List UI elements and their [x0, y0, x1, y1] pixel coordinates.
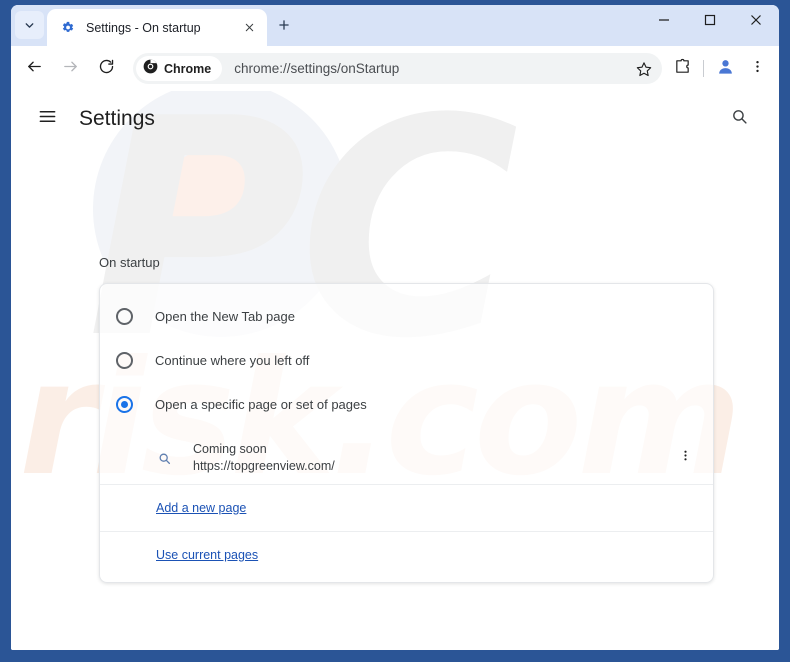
hamburger-menu-button[interactable]: [29, 101, 65, 137]
startup-page-row: Coming soon https://topgreenview.com/: [100, 432, 713, 485]
settings-page: PC risk.com Settings: [11, 91, 779, 650]
reload-button[interactable]: [89, 52, 123, 86]
startup-page-texts: Coming soon https://topgreenview.com/: [193, 441, 671, 475]
startup-page-menu-button[interactable]: [671, 444, 699, 472]
settings-header: Settings: [11, 91, 779, 147]
arrow-left-icon: [26, 58, 43, 80]
radio-option-new-tab-page[interactable]: Open the New Tab page: [100, 294, 713, 338]
use-current-pages-link[interactable]: Use current pages: [156, 548, 258, 562]
three-dots-vertical-icon: [750, 59, 765, 79]
plus-icon: [277, 18, 291, 37]
window-minimize-button[interactable]: [641, 5, 687, 38]
close-icon[interactable]: [239, 18, 259, 38]
radio-option-continue-where-left-off[interactable]: Continue where you left off: [100, 338, 713, 382]
window-maximize-button[interactable]: [687, 5, 733, 38]
minimize-icon: [658, 13, 670, 31]
chrome-logo-icon: [143, 59, 158, 79]
browser-toolbar: Chrome chrome://settings/onStartup: [11, 46, 779, 91]
radio-option-specific-pages[interactable]: Open a specific page or set of pages: [100, 382, 713, 426]
radio-indicator[interactable]: [116, 307, 133, 325]
tab-title: Settings - On startup: [86, 20, 201, 35]
startup-page-url: https://topgreenview.com/: [193, 459, 335, 473]
star-icon[interactable]: [630, 55, 658, 83]
browser-window: Settings - On startup Chrome chrome://se…: [0, 0, 790, 662]
puzzle-piece-icon: [674, 58, 691, 80]
tab-strip: Settings - On startup: [11, 5, 779, 46]
browser-tab-active[interactable]: Settings - On startup: [47, 9, 267, 46]
page-title: Settings: [79, 107, 155, 130]
radio-option-label: Open the New Tab page: [155, 308, 295, 324]
search-favicon-icon: [156, 450, 172, 466]
browser-menu-button[interactable]: [741, 53, 773, 85]
new-tab-button[interactable]: [271, 14, 297, 40]
arrow-right-icon: [62, 58, 79, 80]
three-dots-vertical-icon: [679, 449, 692, 467]
window-controls: [641, 5, 779, 46]
startup-pages-list: Coming soon https://topgreenview.com/: [100, 432, 713, 485]
hamburger-menu-icon: [38, 107, 57, 131]
reload-icon: [98, 58, 115, 80]
gear-icon: [59, 19, 76, 36]
on-startup-card: Open the New Tab page Continue where you…: [99, 283, 714, 583]
use-current-pages-row: Use current pages: [100, 532, 713, 582]
close-icon: [750, 13, 762, 31]
add-new-page-link[interactable]: Add a new page: [156, 501, 246, 515]
back-button[interactable]: [17, 52, 51, 86]
forward-button[interactable]: [53, 52, 87, 86]
tab-search-button[interactable]: [15, 11, 44, 39]
toolbar-divider: [703, 60, 704, 77]
chrome-chip-label: Chrome: [164, 61, 212, 76]
radio-indicator-selected[interactable]: [116, 395, 133, 413]
radio-option-label: Open a specific page or set of pages: [155, 396, 367, 412]
startup-page-title: Coming soon: [193, 442, 267, 456]
address-bar[interactable]: Chrome chrome://settings/onStartup: [133, 53, 662, 84]
browser-window-body: Settings - On startup Chrome chrome://se…: [11, 5, 779, 650]
address-bar-url[interactable]: chrome://settings/onStartup: [234, 61, 399, 76]
maximize-icon: [704, 13, 716, 31]
watermark-dot-shape: [163, 149, 259, 245]
radio-option-label: Continue where you left off: [155, 352, 310, 368]
settings-search-button[interactable]: [721, 101, 757, 137]
section-label-on-startup: On startup: [99, 255, 160, 270]
chevron-down-icon: [23, 19, 36, 32]
chrome-origin-chip[interactable]: Chrome: [136, 56, 223, 81]
radio-indicator[interactable]: [116, 351, 133, 369]
window-close-button[interactable]: [733, 5, 779, 38]
profile-button[interactable]: [709, 53, 741, 85]
add-new-page-row: Add a new page: [100, 485, 713, 532]
search-icon: [731, 108, 748, 130]
extensions-button[interactable]: [666, 53, 698, 85]
avatar-icon: [716, 57, 735, 81]
